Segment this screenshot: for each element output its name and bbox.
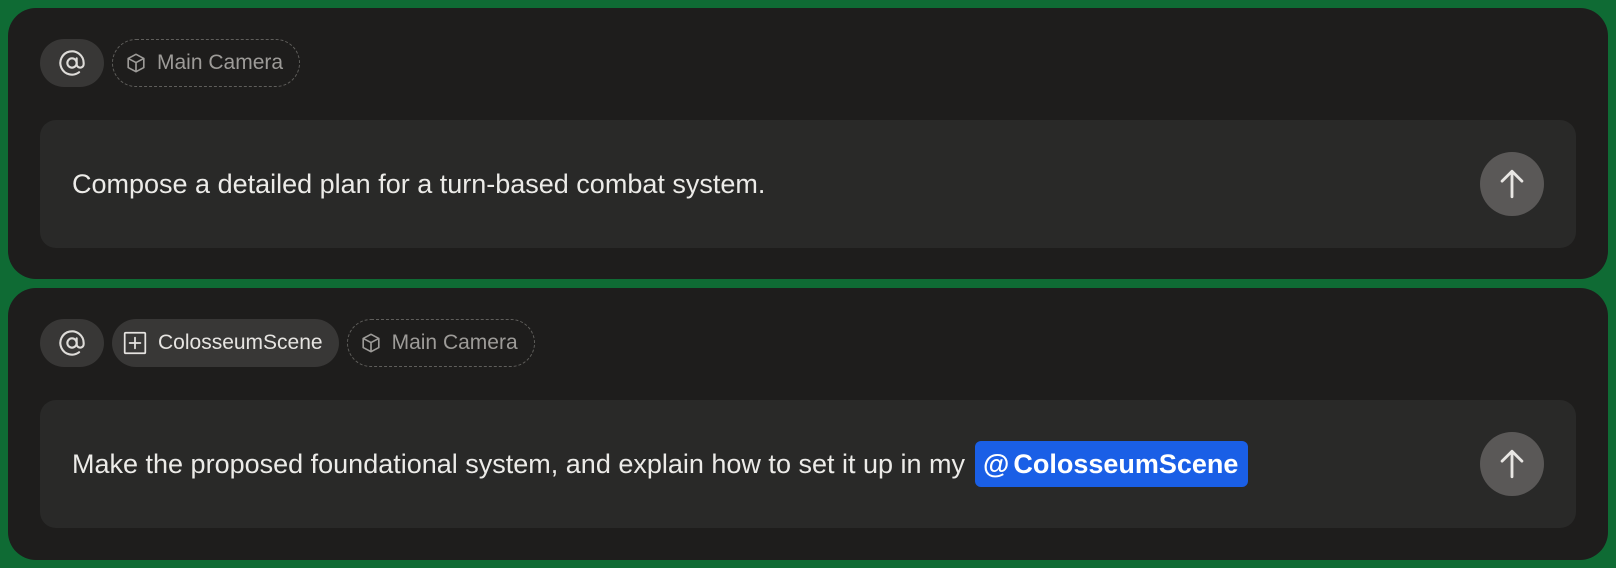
context-chips: ColosseumScene Main Camera bbox=[40, 319, 535, 367]
send-button[interactable] bbox=[1480, 152, 1544, 216]
at-sign-icon bbox=[59, 330, 85, 356]
prompt-text-value: Compose a detailed plan for a turn-based… bbox=[72, 168, 766, 199]
mention-button[interactable] bbox=[40, 319, 104, 367]
arrow-up-icon bbox=[1500, 169, 1524, 199]
mention-at-symbol: @ bbox=[983, 448, 1010, 479]
prompt-panel-2: ColosseumScene Main Camera Make the prop… bbox=[8, 288, 1608, 560]
context-chip-main-camera[interactable]: Main Camera bbox=[112, 39, 301, 87]
prompt-text-value: Make the proposed foundational system, a… bbox=[72, 448, 966, 479]
prompt-input-box[interactable]: Make the proposed foundational system, a… bbox=[40, 400, 1576, 528]
chip-label: Main Camera bbox=[157, 51, 284, 74]
send-button[interactable] bbox=[1480, 432, 1544, 496]
cube-icon bbox=[125, 52, 147, 74]
prompt-panel-1: Main Camera Compose a detailed plan for … bbox=[8, 8, 1608, 279]
context-chip-colosseum-scene[interactable]: ColosseumScene bbox=[112, 319, 339, 367]
context-chips: Main Camera bbox=[40, 39, 301, 87]
chip-label: Main Camera bbox=[391, 331, 518, 354]
cube-icon bbox=[360, 332, 382, 354]
at-sign-icon bbox=[59, 50, 85, 76]
prompt-input-box[interactable]: Compose a detailed plan for a turn-based… bbox=[40, 120, 1576, 248]
mention-tag[interactable]: @ ColosseumScene bbox=[975, 441, 1249, 487]
chip-label: ColosseumScene bbox=[158, 331, 323, 354]
prompt-text[interactable]: Compose a detailed plan for a turn-based… bbox=[72, 120, 765, 248]
mention-button[interactable] bbox=[40, 39, 104, 87]
mention-label: ColosseumScene bbox=[1013, 448, 1239, 479]
context-chip-main-camera[interactable]: Main Camera bbox=[346, 319, 535, 367]
arrow-up-icon bbox=[1500, 449, 1524, 479]
prompt-text[interactable]: Make the proposed foundational system, a… bbox=[72, 400, 1249, 528]
scene-plus-icon bbox=[122, 330, 148, 356]
